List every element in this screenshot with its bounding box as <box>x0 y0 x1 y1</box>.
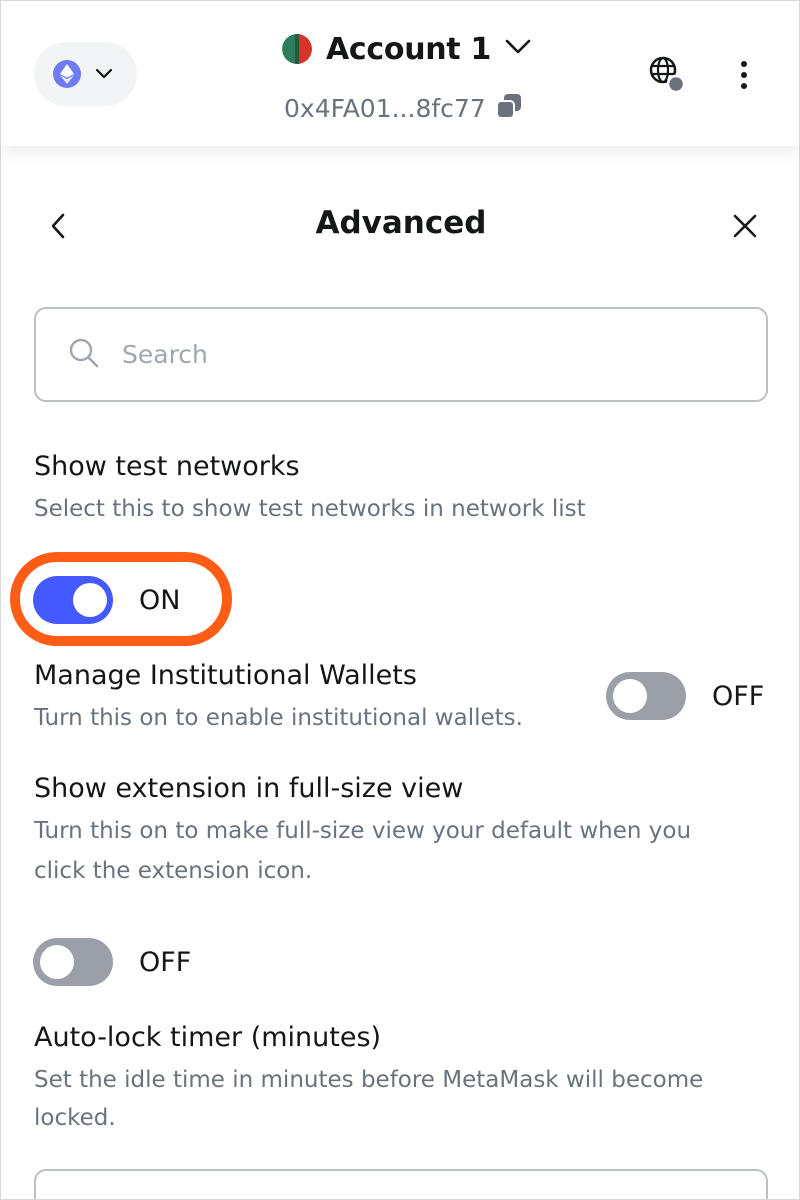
kebab-menu-icon <box>730 61 758 97</box>
toggle-state-label: ON <box>139 584 181 616</box>
full-size-view-toggle[interactable]: OFF <box>33 938 191 986</box>
copy-address-button[interactable]: 0x4FA01...8fc77 <box>284 89 522 127</box>
setting-title-show-test-networks: Show test networks <box>34 451 300 482</box>
settings-title-bar: Advanced <box>1 191 799 261</box>
toggle-knob <box>40 945 74 979</box>
setting-desc-full-size-view-line2: click the extension icon. <box>34 858 313 884</box>
setting-title-institutional-wallets: Manage Institutional Wallets <box>34 660 417 691</box>
copy-icon <box>495 93 522 123</box>
app-window: Account 1 0x4FA01...8fc77 Advanced Searc… <box>0 0 800 1200</box>
show-test-networks-toggle[interactable]: ON <box>33 576 180 624</box>
toggle-knob <box>613 679 647 713</box>
globe-icon <box>645 56 689 101</box>
institutional-wallets-toggle[interactable]: OFF <box>606 672 764 720</box>
toggle-track <box>33 938 113 986</box>
setting-desc-show-test-networks: Select this to show test networks in net… <box>34 496 586 522</box>
close-button[interactable] <box>727 207 763 245</box>
setting-desc-institutional-wallets: Turn this on to enable institutional wal… <box>34 705 523 731</box>
account-menu-button[interactable]: Account 1 <box>282 29 531 69</box>
account-avatar-icon <box>282 34 312 64</box>
account-name: Account 1 <box>326 31 492 67</box>
search-field[interactable] <box>34 307 768 402</box>
network-picker-button[interactable] <box>34 42 137 106</box>
chevron-down-icon <box>505 39 531 59</box>
page-title: Advanced <box>315 205 487 241</box>
more-options-button[interactable] <box>730 57 758 93</box>
toggle-track <box>33 576 113 624</box>
toggle-state-label: OFF <box>139 946 192 978</box>
setting-title-full-size-view: Show extension in full-size view <box>34 773 464 804</box>
setting-desc-full-size-view-line1: Turn this on to make full-size view your… <box>34 818 692 844</box>
toggle-knob <box>73 583 107 617</box>
setting-title-auto-lock-timer: Auto-lock timer (minutes) <box>34 1022 382 1053</box>
ethereum-icon <box>53 60 81 88</box>
setting-desc-auto-lock-line2: locked. <box>34 1105 116 1131</box>
app-header: Account 1 0x4FA01...8fc77 <box>1 1 799 146</box>
auto-lock-timer-input[interactable] <box>34 1169 768 1199</box>
toggle-track <box>606 672 686 720</box>
search-input[interactable] <box>122 340 722 369</box>
setting-desc-auto-lock-line1: Set the idle time in minutes before Meta… <box>34 1067 704 1093</box>
chevron-down-icon <box>95 65 113 84</box>
search-icon <box>68 337 100 373</box>
close-icon <box>727 214 763 249</box>
toggle-state-label: OFF <box>712 680 765 712</box>
account-address: 0x4FA01...8fc77 <box>284 93 486 123</box>
connected-sites-button[interactable] <box>645 53 689 97</box>
